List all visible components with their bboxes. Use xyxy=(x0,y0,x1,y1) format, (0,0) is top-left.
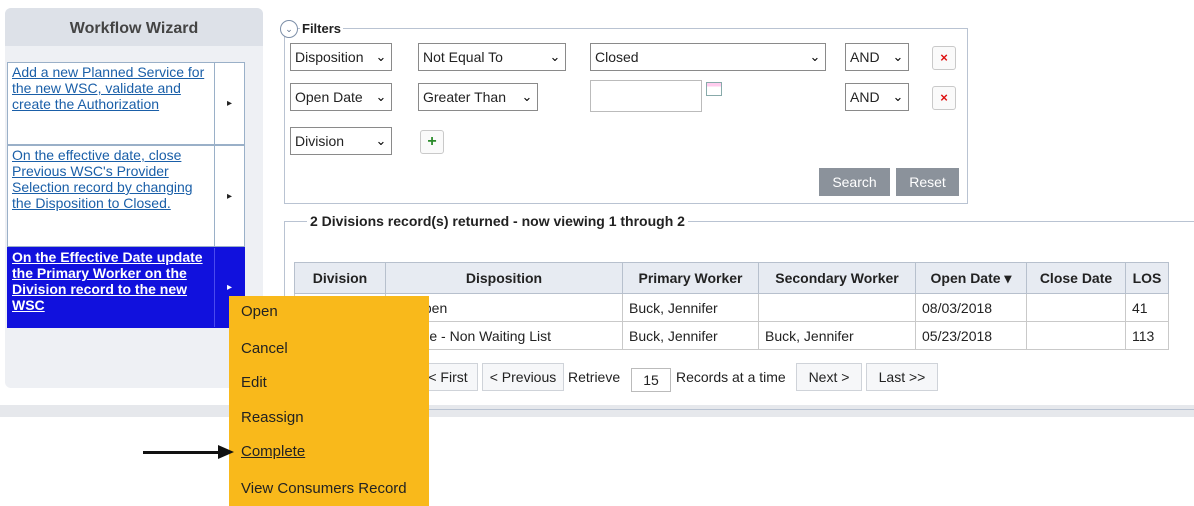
first-page-prefix: < xyxy=(428,369,437,385)
chevron-down-icon: ⌄ xyxy=(375,89,387,104)
column-header-los[interactable]: LOS xyxy=(1125,262,1169,294)
filter-field-value: Disposition xyxy=(295,49,364,65)
column-header-primary-worker[interactable]: Primary Worker xyxy=(622,262,759,294)
chevron-down-icon: ⌄ xyxy=(375,49,387,64)
menu-item-view-consumers-record[interactable]: View Consumers Record xyxy=(241,480,407,497)
pointer-arrow-icon xyxy=(218,445,234,459)
wizard-step-2[interactable]: On the effective date, close Previous WS… xyxy=(7,145,245,247)
filter-logic-select[interactable]: AND ⌄ xyxy=(845,83,909,111)
add-filter-field-value: Division xyxy=(295,133,345,149)
step-expand-arrow-icon[interactable]: ▸ xyxy=(214,63,244,144)
wizard-step-3[interactable]: On the Effective Date update the Primary… xyxy=(7,247,245,328)
cell-primary-worker: Buck, Jennifer xyxy=(622,293,759,322)
close-icon: × xyxy=(940,90,948,105)
chevron-down-icon: ⌄ xyxy=(809,49,821,64)
add-filter-button[interactable]: + xyxy=(420,130,444,154)
collapse-chevron-icon[interactable]: ⌄ xyxy=(280,20,298,38)
retrieve-label: Retrieve xyxy=(568,369,621,385)
chevron-down-icon: ⌄ xyxy=(892,89,904,104)
menu-item-reassign[interactable]: Reassign xyxy=(241,409,304,426)
filter-logic-value: AND xyxy=(850,89,880,105)
column-header-disposition[interactable]: Disposition xyxy=(385,262,623,294)
filter-operator-value: Greater Than xyxy=(423,89,507,105)
filter-logic-select[interactable]: AND ⌄ xyxy=(845,43,909,71)
menu-item-open[interactable]: Open xyxy=(241,303,278,320)
open-date-input[interactable] xyxy=(590,80,702,112)
search-button[interactable]: Search xyxy=(819,168,890,196)
wizard-step-2-link[interactable]: On the effective date, close Previous WS… xyxy=(8,146,215,246)
column-header-division[interactable]: Division xyxy=(294,262,386,294)
wizard-step-3-link[interactable]: On the Effective Date update the Primary… xyxy=(8,248,215,327)
plus-icon: + xyxy=(427,133,437,150)
cell-primary-worker: Buck, Jennifer xyxy=(622,321,759,350)
filters-title: Filters xyxy=(300,21,344,36)
cell-open-date: 08/03/2018 xyxy=(915,293,1027,322)
wizard-step-1-link[interactable]: Add a new Planned Service for the new WS… xyxy=(8,63,215,144)
filter-operator-select[interactable]: Not Equal To ⌄ xyxy=(418,43,566,71)
cell-close-date xyxy=(1026,321,1126,350)
next-page-button[interactable]: Next > xyxy=(796,363,862,391)
workflow-wizard-title: Workflow Wizard xyxy=(5,8,263,46)
filter-logic-value: AND xyxy=(850,49,880,65)
filter-field-value: Open Date xyxy=(295,89,363,105)
last-page-button[interactable]: Last >> xyxy=(866,363,938,391)
results-summary: 2 Divisions record(s) returned - now vie… xyxy=(307,213,688,229)
column-header-open-date[interactable]: Open Date ▾ xyxy=(915,262,1027,294)
chevron-down-icon: ⌄ xyxy=(375,133,387,148)
menu-item-edit[interactable]: Edit xyxy=(241,374,267,391)
chevron-down-icon: ⌄ xyxy=(549,49,561,64)
filter-operator-select[interactable]: Greater Than ⌄ xyxy=(418,83,538,111)
menu-item-complete[interactable]: Complete xyxy=(241,443,305,460)
filter-value-select[interactable]: Closed ⌄ xyxy=(590,43,826,71)
cell-secondary-worker: Buck, Jennifer xyxy=(758,321,916,350)
menu-item-cancel[interactable]: Cancel xyxy=(241,340,288,357)
first-page-label: First xyxy=(440,369,468,385)
reset-button[interactable]: Reset xyxy=(896,168,959,196)
step-expand-arrow-icon[interactable]: ▸ xyxy=(214,146,244,246)
filter-field-select[interactable]: Open Date ⌄ xyxy=(290,83,392,111)
remove-filter-button[interactable]: × xyxy=(932,86,956,110)
previous-page-button[interactable]: < Previous xyxy=(482,363,564,391)
column-header-close-date[interactable]: Close Date xyxy=(1026,262,1126,294)
cell-los: 41 xyxy=(1125,293,1169,322)
pointer-arrow-shaft xyxy=(143,451,221,454)
cell-secondary-worker xyxy=(758,293,916,322)
context-menu: Open Cancel Edit Reassign Complete View … xyxy=(229,296,429,506)
chevron-down-icon: ⌄ xyxy=(521,89,533,104)
records-per-page-input[interactable]: 15 xyxy=(631,368,671,392)
calendar-icon[interactable] xyxy=(706,82,722,96)
filter-value-text: Closed xyxy=(595,49,639,65)
cell-open-date: 05/23/2018 xyxy=(915,321,1027,350)
close-icon: × xyxy=(940,50,948,65)
remove-filter-button[interactable]: × xyxy=(932,46,956,70)
filter-operator-value: Not Equal To xyxy=(423,49,503,65)
column-header-secondary-worker[interactable]: Secondary Worker xyxy=(758,262,916,294)
cell-los: 113 xyxy=(1125,321,1169,350)
records-at-a-time-label: Records at a time xyxy=(676,369,786,385)
filter-field-select[interactable]: Disposition ⌄ xyxy=(290,43,392,71)
add-filter-field-select[interactable]: Division ⌄ xyxy=(290,127,392,155)
wizard-step-1[interactable]: Add a new Planned Service for the new WS… xyxy=(7,62,245,145)
cell-close-date xyxy=(1026,293,1126,322)
chevron-down-icon: ⌄ xyxy=(892,49,904,64)
